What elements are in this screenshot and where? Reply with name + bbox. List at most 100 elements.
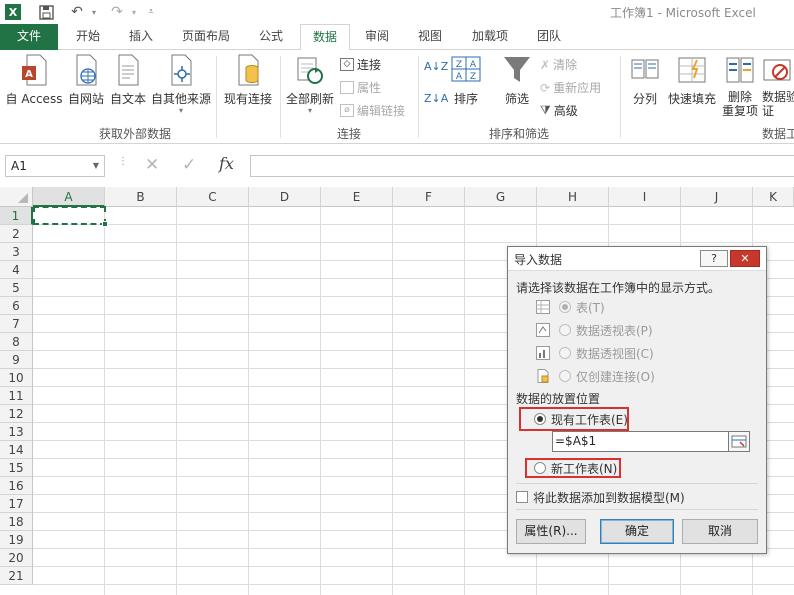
row-header[interactable]: 15	[0, 459, 33, 477]
add-to-data-model-checkbox[interactable]	[516, 491, 528, 503]
active-cell-a1[interactable]	[33, 206, 106, 225]
row-header[interactable]: 2	[0, 225, 33, 243]
radio-connection-only[interactable]	[559, 370, 571, 382]
cancel-button[interactable]: 取消	[682, 519, 758, 544]
tab-insert[interactable]: 插入	[116, 24, 166, 50]
chevron-down-icon[interactable]: ▼	[93, 156, 99, 176]
column-header[interactable]: D	[249, 187, 321, 207]
row-header[interactable]: 10	[0, 369, 33, 387]
radio-table[interactable]	[559, 301, 571, 313]
row-header[interactable]: 4	[0, 261, 33, 279]
remove-duplicates-button[interactable]: 删除 重复项	[720, 54, 760, 118]
row-header[interactable]: 3	[0, 243, 33, 261]
collapse-dialog-button[interactable]	[728, 431, 750, 452]
data-validation-button[interactable]: 数据验 证	[762, 54, 794, 118]
sort-descending-icon[interactable]: Z↓A	[424, 92, 448, 105]
refresh-all-button[interactable]: 全部刷新 ▾	[284, 54, 336, 115]
column-header[interactable]: C	[177, 187, 249, 207]
row-header[interactable]: 8	[0, 333, 33, 351]
row-header[interactable]: 20	[0, 549, 33, 567]
enter-entry-icon[interactable]: ✓	[182, 155, 196, 175]
refresh-all-label: 全部刷新	[285, 92, 334, 106]
cancel-entry-icon[interactable]: ✕	[145, 155, 159, 175]
close-button[interactable]: ✕	[730, 250, 760, 267]
tab-add-ins[interactable]: 加载项	[460, 24, 520, 50]
ribbon-divider	[620, 56, 621, 138]
column-header[interactable]: J	[681, 187, 753, 207]
row-header[interactable]: 7	[0, 315, 33, 333]
row-header[interactable]: 9	[0, 351, 33, 369]
customize-qat-icon[interactable]: ⩡	[144, 3, 158, 21]
tab-data[interactable]: 数据	[300, 24, 350, 51]
ok-button[interactable]: 确定	[600, 519, 674, 544]
clear-button[interactable]: ✗ 清除	[540, 56, 577, 73]
flash-fill-button[interactable]: 快速填充	[666, 54, 718, 107]
save-icon[interactable]	[36, 3, 56, 21]
tab-file[interactable]: 文件	[0, 24, 58, 50]
row-header[interactable]: 6	[0, 297, 33, 315]
column-header[interactable]: K	[753, 187, 794, 207]
properties-dialog-button[interactable]: 属性(R)...	[516, 519, 586, 544]
reapply-button[interactable]: ⟳ 重新应用	[540, 79, 601, 96]
column-header[interactable]: A	[33, 187, 105, 207]
help-button[interactable]: ?	[700, 250, 728, 267]
column-header[interactable]: I	[609, 187, 681, 207]
column-header[interactable]: H	[537, 187, 609, 207]
column-header[interactable]: F	[393, 187, 465, 207]
row-header[interactable]: 19	[0, 531, 33, 549]
properties-button[interactable]: 属性	[340, 79, 381, 96]
from-access-button[interactable]: A 自 Access	[4, 54, 64, 107]
radio-new-sheet[interactable]	[534, 462, 546, 474]
redo-icon[interactable]: ↷	[106, 3, 128, 21]
formula-bar-grip-icon: ⋮	[118, 156, 128, 167]
sort-button[interactable]: ZAAZ 排序	[448, 54, 484, 107]
radio-pivot-table[interactable]	[559, 324, 571, 336]
radio-existing-sheet[interactable]	[534, 413, 546, 425]
tab-formulas[interactable]: 公式	[246, 24, 296, 50]
row-header[interactable]: 14	[0, 441, 33, 459]
tab-page-layout[interactable]: 页面布局	[170, 24, 242, 50]
row-header[interactable]: 5	[0, 279, 33, 297]
sort-ascending-icon[interactable]: A↓Z	[424, 60, 448, 73]
text-to-columns-button[interactable]: 分列	[626, 54, 664, 107]
tab-view[interactable]: 视图	[404, 24, 456, 50]
row-header[interactable]: 17	[0, 495, 33, 513]
svg-text:A: A	[25, 69, 33, 80]
row-header[interactable]: 11	[0, 387, 33, 405]
name-box[interactable]: A1 ▼	[5, 155, 105, 177]
from-other-sources-button[interactable]: 自其他来源 ▾	[150, 54, 212, 115]
from-text-button[interactable]: 自文本	[108, 54, 148, 107]
row-header[interactable]: 12	[0, 405, 33, 423]
column-header[interactable]: B	[105, 187, 177, 207]
existing-connections-button[interactable]: 现有连接	[222, 54, 274, 107]
redo-dropdown-icon[interactable]: ▾	[128, 3, 140, 21]
table-icon	[536, 300, 550, 314]
chevron-down-icon: ▾	[178, 106, 183, 115]
fill-handle[interactable]	[102, 221, 108, 227]
radio-pivot-chart[interactable]	[559, 347, 571, 359]
data-validation-label-2: 证	[762, 104, 775, 118]
tab-home[interactable]: 开始	[62, 24, 114, 50]
undo-dropdown-icon[interactable]: ▾	[88, 3, 100, 21]
connections-button[interactable]: ◇ 连接	[340, 56, 381, 73]
filter-button[interactable]: 筛选	[500, 54, 534, 107]
advanced-button[interactable]: ⧩ 高级	[540, 102, 578, 119]
select-all-corner[interactable]	[0, 187, 33, 207]
row-header[interactable]: 18	[0, 513, 33, 531]
tab-review[interactable]: 审阅	[352, 24, 402, 50]
undo-icon[interactable]: ↶	[66, 3, 88, 21]
column-header[interactable]: G	[465, 187, 537, 207]
row-header[interactable]: 13	[0, 423, 33, 441]
edit-links-button[interactable]: ⌀ 编辑链接	[340, 102, 405, 119]
access-icon: A	[22, 54, 47, 86]
insert-function-icon[interactable]: fx	[219, 154, 234, 173]
row-header[interactable]: 1	[0, 207, 33, 225]
tab-team[interactable]: 团队	[524, 24, 574, 50]
formula-input[interactable]	[250, 155, 794, 177]
row-header[interactable]: 21	[0, 567, 33, 585]
column-header[interactable]: E	[321, 187, 393, 207]
row-header[interactable]: 16	[0, 477, 33, 495]
option-pivot-table-label: 数据透视表(P)	[576, 324, 653, 338]
location-range-input[interactable]: =$A$1	[552, 431, 730, 452]
from-web-button[interactable]: 自网站	[66, 54, 106, 107]
